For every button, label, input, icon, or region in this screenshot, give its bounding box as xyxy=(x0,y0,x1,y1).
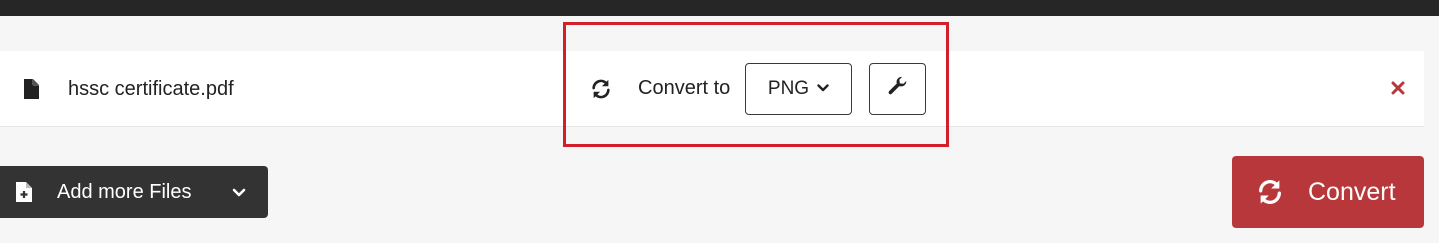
chevron-down-icon xyxy=(817,80,829,98)
add-more-files-label: Add more Files xyxy=(57,181,192,203)
add-more-files-button[interactable]: Add more Files xyxy=(0,166,268,218)
file-icon xyxy=(23,79,39,99)
chevron-down-icon xyxy=(232,186,246,198)
convert-button[interactable]: Convert xyxy=(1232,156,1424,228)
refresh-icon xyxy=(590,78,612,100)
wrench-icon xyxy=(887,76,909,103)
refresh-icon xyxy=(1256,178,1284,206)
close-icon xyxy=(1391,81,1405,100)
file-name: hssc certificate.pdf xyxy=(68,78,234,100)
file-plus-icon xyxy=(16,182,32,202)
remove-file-button[interactable] xyxy=(1387,79,1409,101)
top-bar xyxy=(0,0,1439,16)
convert-to-label: Convert to xyxy=(638,77,731,99)
convert-label: Convert xyxy=(1308,178,1396,206)
format-select[interactable]: PNG xyxy=(745,63,852,115)
file-row: hssc certificate.pdf Convert to PNG xyxy=(0,51,1424,127)
settings-button[interactable] xyxy=(869,63,926,115)
format-value: PNG xyxy=(767,78,810,99)
